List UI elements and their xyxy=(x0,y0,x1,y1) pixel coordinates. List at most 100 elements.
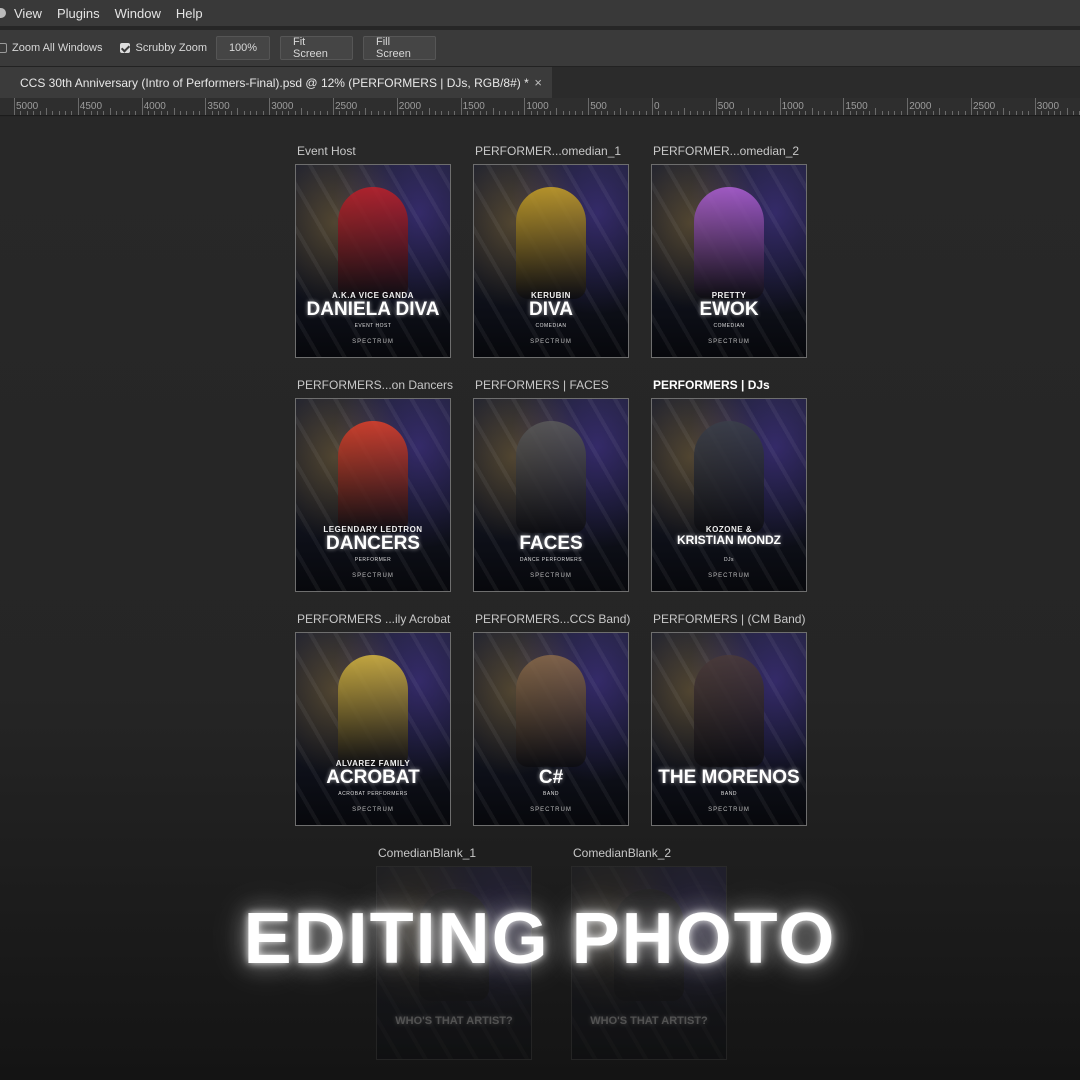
artboard-label-performer-omedian-1[interactable]: PERFORMER...omedian_1 xyxy=(475,144,621,158)
ruler-tick xyxy=(14,98,15,115)
ruler-tick xyxy=(371,111,373,115)
artboard-label-performers-faces[interactable]: PERFORMERS | FACES xyxy=(475,378,609,392)
artboard-poster-performers-ccs-band[interactable]: C# BAND SPECTRUM xyxy=(473,632,629,826)
poster-role: ACROBAT PERFORMERS xyxy=(338,791,408,797)
ruler-tick xyxy=(122,111,124,115)
artboard-label-performers-djs[interactable]: PERFORMERS | DJs xyxy=(653,378,770,392)
artboard-label-comedianblank-2[interactable]: ComedianBlank_2 xyxy=(573,846,671,860)
artboard-label-performer-omedian-2[interactable]: PERFORMER...omedian_2 xyxy=(653,144,799,158)
ruler-tick xyxy=(811,108,813,115)
scrubby-zoom-checkbox[interactable] xyxy=(120,43,131,53)
ruler-tick xyxy=(549,111,551,115)
menu-view[interactable]: View xyxy=(14,6,42,21)
ruler-tick xyxy=(52,111,54,115)
ruler-tick xyxy=(639,111,641,115)
artboard-label-performers-ccs-band[interactable]: PERFORMERS...CCS Band) xyxy=(475,612,630,626)
poster-title: WHO'S THAT ARTIST? xyxy=(395,1015,513,1027)
ruler-tick xyxy=(518,111,520,115)
ruler-tick xyxy=(926,111,928,115)
ruler-tick xyxy=(377,111,379,115)
performer-photo xyxy=(694,421,764,533)
ruler-tick xyxy=(760,111,762,115)
ruler-tick xyxy=(466,111,468,115)
zoom-all-windows-checkbox[interactable] xyxy=(0,43,7,53)
ruler-tick xyxy=(613,111,615,115)
ruler-label: 500 xyxy=(590,101,607,112)
menu-help[interactable]: Help xyxy=(176,6,203,21)
ruler-tick xyxy=(505,111,507,115)
ruler-tick xyxy=(1009,111,1011,115)
performer-photo xyxy=(694,187,764,299)
ruler-tick xyxy=(830,111,832,115)
horizontal-ruler[interactable]: 5000 4500 4000 3500 3000 2500 2000 1500 1000 500 0… xyxy=(0,98,1080,116)
ruler-tick xyxy=(307,111,309,115)
ruler-tick xyxy=(109,108,111,115)
ruler-tick xyxy=(435,111,437,115)
poster-title: THE MORENOS xyxy=(658,767,800,788)
poster-title: KRISTIAN MONDZ xyxy=(677,533,781,547)
poster-footer-logo: SPECTRUM xyxy=(530,573,572,579)
performer-photo xyxy=(516,421,586,533)
ruler-tick xyxy=(320,111,322,115)
artboard-poster-performers-ily-acrobat[interactable]: ALVAREZ FAMILY ACROBAT ACROBAT PERFORMERS S… xyxy=(295,632,451,826)
poster-footer-logo: SPECTRUM xyxy=(708,573,750,579)
ruler-tick xyxy=(262,111,264,115)
ruler-tick xyxy=(581,111,583,115)
ruler-tick xyxy=(862,111,864,115)
poster-role: PERFORMER xyxy=(354,557,392,563)
ruler-tick xyxy=(632,111,634,115)
close-icon[interactable]: × xyxy=(534,75,542,90)
menu-plugins[interactable]: Plugins xyxy=(57,6,100,21)
fit-screen-button[interactable]: Fit Screen xyxy=(280,36,354,60)
zoom-all-windows-option[interactable]: Zoom All Windows xyxy=(0,42,102,54)
ruler-tick xyxy=(364,108,366,115)
scrubby-zoom-label: Scrubby Zoom xyxy=(135,42,208,54)
poster-footer-logo: SPECTRUM xyxy=(352,339,394,345)
poster-role: COMEDIAN xyxy=(713,323,745,329)
ruler-tick xyxy=(256,111,258,115)
artboard-poster-event-host[interactable]: A.K.A VICE GANDA DANIELA DIVA EVENT HOST SP… xyxy=(295,164,451,358)
ruler-tick xyxy=(779,98,781,115)
poster-footer-logo: SPECTRUM xyxy=(352,573,394,579)
ruler-tick xyxy=(345,111,347,115)
performer-photo xyxy=(516,655,586,767)
performer-photo xyxy=(338,655,408,767)
ruler-tick xyxy=(288,111,290,115)
document-tab[interactable]: CCS 30th Anniversary (Intro of Performer… xyxy=(0,67,552,99)
artboard-poster-performers-djs[interactable]: KOZONE & KRISTIAN MONDZ DJs SPECTRUM xyxy=(651,398,807,592)
artboard-poster-performers-on-dancers[interactable]: LEGENDARY LEDTRON DANCERS PERFORMER SPECTRU… xyxy=(295,398,451,592)
artboard-label-comedianblank-1[interactable]: ComedianBlank_1 xyxy=(378,846,476,860)
ruler-tick xyxy=(913,111,915,115)
ruler-tick xyxy=(141,98,143,115)
artboard-label-performers-on-dancers[interactable]: PERFORMERS...on Dancers xyxy=(297,378,453,392)
ruler-tick xyxy=(116,111,118,115)
artboard-label-performers-ily-acrobat[interactable]: PERFORMERS ...ily Acrobat xyxy=(297,612,450,626)
ruler-tick xyxy=(671,111,673,115)
artboard-poster-performers-cm-band[interactable]: THE MORENOS BAND SPECTRUM xyxy=(651,632,807,826)
ruler-tick xyxy=(396,98,398,115)
ruler-tick xyxy=(569,111,571,115)
scrubby-zoom-option[interactable]: Scrubby Zoom xyxy=(120,42,207,54)
artboard-poster-performer-omedian-1[interactable]: KERUBIN DIVA COMEDIAN SPECTRUM xyxy=(473,164,629,358)
artboard-label-event-host[interactable]: Event Host xyxy=(297,144,356,158)
ruler-tick xyxy=(473,111,475,115)
poster-footer-logo: SPECTRUM xyxy=(352,807,394,813)
ruler-tick xyxy=(645,111,647,115)
poster-role: BAND xyxy=(543,791,559,797)
ruler-tick xyxy=(447,111,449,115)
artboard-poster-performers-faces[interactable]: FACES DANCE PERFORMERS SPECTRUM xyxy=(473,398,629,592)
app-icon[interactable] xyxy=(0,8,6,18)
menu-window[interactable]: Window xyxy=(115,6,161,21)
zoom-level-field[interactable]: 100% xyxy=(216,36,271,60)
ruler-tick xyxy=(45,108,47,115)
ruler-tick xyxy=(39,111,41,115)
fill-screen-button[interactable]: Fill Screen xyxy=(363,36,437,60)
menu-bar: View Plugins Window Help xyxy=(0,0,1080,26)
performer-photo xyxy=(516,187,586,299)
artboard-poster-performer-omedian-2[interactable]: PRETTY EWOK COMEDIAN SPECTRUM xyxy=(651,164,807,358)
ruler-tick xyxy=(103,111,105,115)
artboard-label-performers-cm-band[interactable]: PERFORMERS | (CM Band) xyxy=(653,612,805,626)
ruler-tick xyxy=(415,111,417,115)
ruler-tick xyxy=(626,111,628,115)
ruler-tick xyxy=(881,111,883,115)
